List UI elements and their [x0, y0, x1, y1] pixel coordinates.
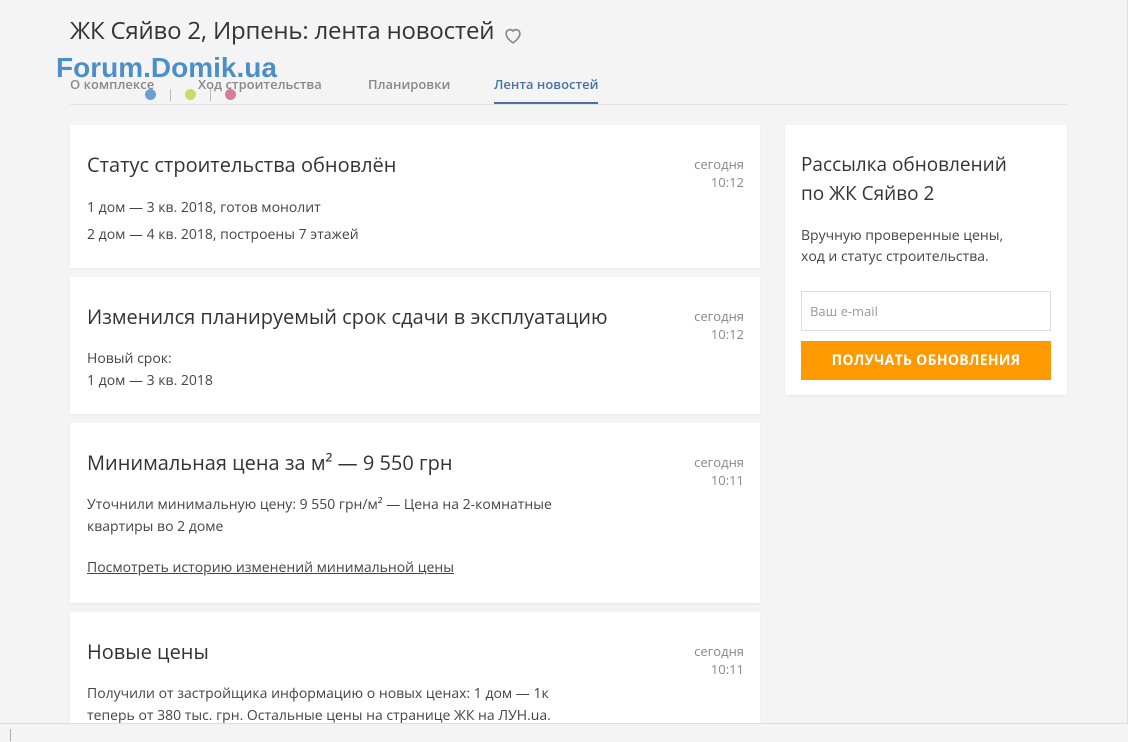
- news-card-body: 1 дом — 3 кв. 2018, готов монолит 2 дом …: [87, 197, 607, 246]
- subscribe-description-line: ход и статус строительства.: [801, 247, 989, 266]
- news-card-line: Уточнили минимальную цену: 9 550 грн/м² …: [87, 495, 552, 514]
- status-bar: [0, 723, 1128, 742]
- news-card-body: Получили от застройщика информацию о нов…: [87, 683, 627, 727]
- heart-icon[interactable]: [502, 21, 524, 44]
- news-card-line: Новый срок:: [87, 349, 172, 368]
- news-card-time: 10:11: [710, 471, 744, 489]
- price-history-link[interactable]: Посмотреть историю изменений минимальной…: [87, 558, 454, 577]
- watermark-dot: [225, 89, 236, 100]
- subscribe-button[interactable]: ПОЛУЧАТЬ ОБНОВЛЕНИЯ: [801, 341, 1051, 380]
- news-card: Новые цены сегодня 10:11 Получили от зас…: [70, 612, 760, 725]
- news-card-timestamp: сегодня 10:11: [694, 642, 744, 678]
- news-card-title: Минимальная цена за м² — 9 550 грн: [87, 449, 453, 476]
- news-card: Статус строительства обновлён сегодня 10…: [70, 125, 760, 268]
- news-card-line: Получили от застройщика информацию о нов…: [87, 684, 549, 703]
- news-card-timestamp: сегодня 10:11: [694, 453, 744, 489]
- news-card-line: квартиры во 2 доме: [87, 517, 224, 536]
- news-card-day: сегодня: [694, 307, 744, 325]
- news-card-day: сегодня: [694, 453, 744, 471]
- tab-news-feed[interactable]: Лента новостей: [494, 75, 599, 104]
- watermark-dot: [145, 89, 156, 100]
- news-card-title: Изменился планируемый срок сдачи в экспл…: [87, 303, 608, 330]
- news-card-line: 1 дом — 3 кв. 2018, готов монолит: [87, 198, 321, 217]
- watermark-divider: [210, 89, 211, 101]
- news-card-line: 1 дом — 3 кв. 2018: [87, 371, 213, 390]
- news-card-line: 2 дом — 4 кв. 2018, построены 7 этажей: [87, 225, 359, 244]
- subscribe-widget: Рассылка обновлений по ЖК Сяйво 2 Вручну…: [785, 125, 1067, 395]
- subscribe-description-line: Вручную проверенные цены,: [801, 226, 1004, 245]
- news-card-title: Статус строительства обновлён: [87, 151, 397, 178]
- page-title-row: ЖК Сяйво 2, Ирпень: лента новостей: [70, 14, 524, 47]
- news-card-time: 10:12: [710, 173, 744, 191]
- news-card-time: 10:12: [710, 325, 744, 343]
- news-card-body: Новый срок: 1 дом — 3 кв. 2018: [87, 348, 607, 392]
- news-card-day: сегодня: [694, 155, 744, 173]
- watermark-logo: Forum.Domik.ua: [56, 52, 277, 83]
- watermark-divider: [170, 89, 171, 101]
- news-card-timestamp: сегодня 10:12: [694, 155, 744, 191]
- status-bar-divider: [10, 729, 11, 741]
- subscribe-title-line: Рассылка обновлений: [801, 151, 1007, 177]
- news-card-body: Уточнили минимальную цену: 9 550 грн/м² …: [87, 494, 607, 538]
- news-card: Минимальная цена за м² — 9 550 грн сегод…: [70, 423, 760, 603]
- subscribe-title-line: по ЖК Сяйво 2: [801, 180, 935, 206]
- email-input[interactable]: [801, 291, 1051, 331]
- page-title: ЖК Сяйво 2, Ирпень: лента новостей: [70, 14, 495, 47]
- news-card: Изменился планируемый срок сдачи в экспл…: [70, 277, 760, 414]
- news-card-title: Новые цены: [87, 638, 209, 665]
- news-card-time: 10:11: [710, 660, 744, 678]
- subscribe-description: Вручную проверенные цены, ход и статус с…: [801, 225, 1051, 267]
- news-card-day: сегодня: [694, 642, 744, 660]
- subscribe-title: Рассылка обновлений по ЖК Сяйво 2: [801, 150, 1051, 208]
- watermark-dot: [185, 89, 196, 100]
- news-card-timestamp: сегодня 10:12: [694, 307, 744, 343]
- tab-layouts[interactable]: Планировки: [368, 75, 450, 103]
